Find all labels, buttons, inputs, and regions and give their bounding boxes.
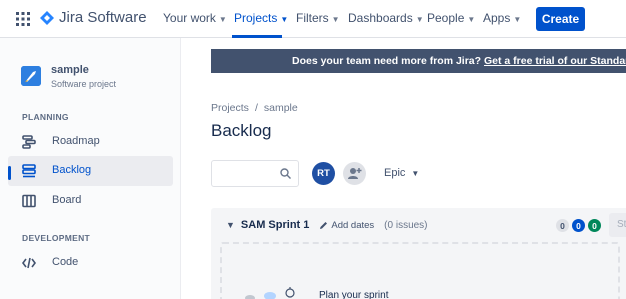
- rocket-icon: [21, 66, 41, 86]
- sprint-name[interactable]: SAM Sprint 1: [241, 219, 309, 231]
- nav-label: Dashboards: [348, 11, 413, 25]
- plan-sprint-illustration-icon: [245, 287, 295, 299]
- empty-sprint-text: Plan your sprint: [319, 290, 389, 299]
- banner-message: Does your team need more from Jira? Get …: [292, 55, 626, 67]
- sidebar-item-backlog[interactable]: Backlog: [8, 156, 173, 186]
- chevron-down-icon: ▼: [280, 14, 289, 24]
- start-sprint-button[interactable]: St: [609, 213, 626, 237]
- sidebar-item-label: Backlog: [52, 164, 92, 176]
- breadcrumb-projects[interactable]: Projects: [211, 102, 249, 114]
- jira-diamond-icon: [40, 10, 54, 25]
- sidebar-item-roadmap[interactable]: Roadmap: [8, 127, 173, 157]
- selected-indicator: [8, 166, 11, 180]
- status-badges: 0 0 0: [556, 219, 601, 232]
- sidebar-item-code[interactable]: Code: [8, 248, 173, 278]
- nav-your-work[interactable]: Your work ▼: [163, 11, 227, 25]
- issue-count: (0 issues): [384, 219, 428, 231]
- sprint-header: ▼ SAM Sprint 1 Add dates (0 issues): [226, 219, 428, 231]
- todo-count-badge: 0: [556, 219, 569, 232]
- chevron-down-icon: ▼: [415, 14, 424, 24]
- add-dates-label: Add dates: [331, 219, 375, 231]
- nav-projects[interactable]: Projects ▼: [234, 11, 288, 25]
- chevron-down-icon: ▼: [513, 14, 522, 24]
- free-trial-link[interactable]: Get a free trial of our Standard p: [484, 55, 626, 67]
- avatar[interactable]: RT: [312, 162, 335, 185]
- nav-label: Your work: [163, 11, 216, 25]
- project-name[interactable]: sample: [51, 64, 89, 76]
- create-button[interactable]: Create: [536, 7, 585, 31]
- project-avatar[interactable]: [21, 66, 41, 86]
- epic-filter-dropdown[interactable]: Epic ▼: [384, 167, 419, 179]
- top-navigation: Jira Software Your work ▼ Projects ▼ Filte…: [0, 0, 626, 38]
- sidebar-item-label: Board: [52, 194, 82, 206]
- add-dates-button[interactable]: Add dates: [319, 220, 374, 231]
- breadcrumb-separator: /: [254, 102, 258, 114]
- page-title: Backlog: [211, 121, 272, 140]
- search-icon: [280, 168, 291, 179]
- collapse-chevron-icon[interactable]: ▼: [226, 220, 235, 230]
- done-count-badge: 0: [588, 219, 601, 232]
- breadcrumb-project[interactable]: sample: [264, 102, 298, 114]
- sidebar-item-label: Roadmap: [52, 135, 100, 147]
- chevron-down-icon: ▼: [331, 14, 340, 24]
- nav-dashboards[interactable]: Dashboards ▼: [348, 11, 424, 25]
- planning-section-label: PLANNING: [22, 112, 69, 122]
- roadmap-icon: [22, 135, 36, 149]
- nav-filters[interactable]: Filters ▼: [296, 11, 340, 25]
- sidebar-item-label: Code: [52, 256, 79, 268]
- epic-label: Epic: [384, 167, 406, 179]
- chevron-down-icon: ▼: [467, 14, 476, 24]
- jira-logo[interactable]: Jira Software: [40, 9, 147, 26]
- banner-text: Does your team need more from Jira?: [292, 55, 482, 67]
- pencil-icon: [320, 221, 328, 229]
- product-name: Jira Software: [59, 9, 147, 26]
- project-sidebar: sample Software project PLANNING Roadmap…: [0, 38, 181, 299]
- nav-label: People: [427, 11, 465, 25]
- in-progress-count-badge: 0: [572, 219, 585, 232]
- nav-apps[interactable]: Apps ▼: [483, 11, 521, 25]
- nav-label: Projects: [234, 11, 278, 25]
- search-input[interactable]: [211, 160, 299, 187]
- add-people-button[interactable]: [343, 162, 366, 185]
- upgrade-banner: Does your team need more from Jira? Get …: [211, 49, 626, 73]
- code-icon: [22, 257, 36, 269]
- nav-label: Filters: [296, 11, 329, 25]
- nav-label: Apps: [483, 11, 511, 25]
- chevron-down-icon: ▼: [411, 168, 420, 178]
- chevron-down-icon: ▼: [218, 14, 227, 24]
- project-type: Software project: [51, 79, 117, 89]
- sidebar-item-board[interactable]: Board: [8, 186, 173, 216]
- nav-people[interactable]: People ▼: [427, 11, 475, 25]
- active-nav-indicator: [232, 35, 282, 38]
- breadcrumb: Projects / sample: [211, 102, 298, 114]
- app-switcher-icon[interactable]: [16, 12, 30, 26]
- add-person-icon: [348, 168, 362, 179]
- board-icon: [22, 194, 36, 208]
- development-section-label: DEVELOPMENT: [22, 233, 91, 243]
- backlog-icon: [22, 164, 36, 178]
